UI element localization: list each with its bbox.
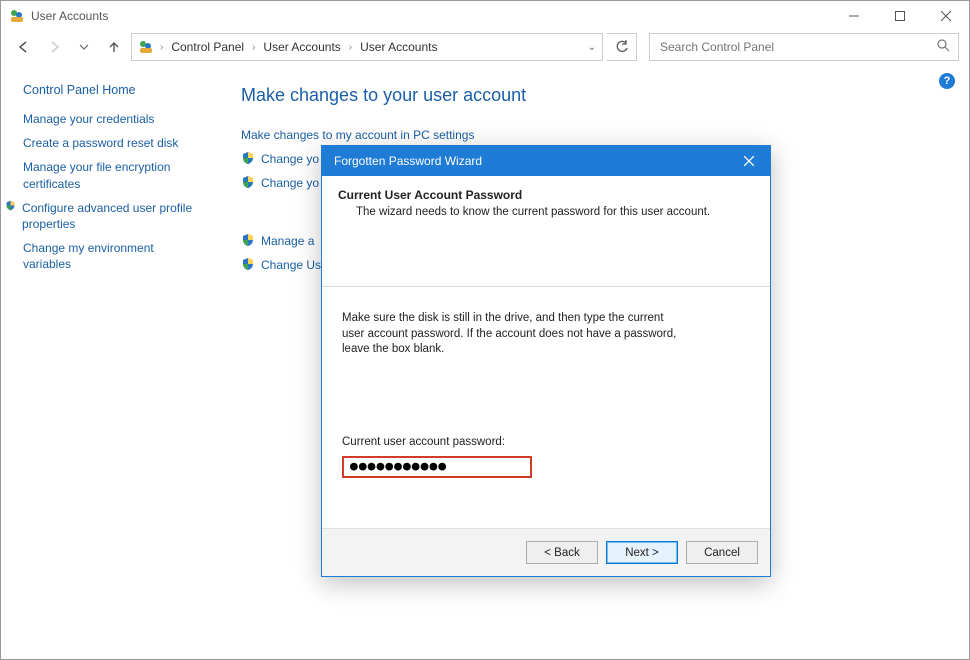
control-panel-home-link[interactable]: Control Panel Home xyxy=(23,83,201,97)
sidebar-link-env-variables[interactable]: Change my environment variables xyxy=(23,240,201,272)
close-button[interactable] xyxy=(923,1,969,31)
user-accounts-icon xyxy=(9,8,25,24)
shield-icon xyxy=(241,257,255,271)
forward-arrow-icon xyxy=(47,40,61,54)
nav-row: › Control Panel › User Accounts › User A… xyxy=(1,31,969,67)
chevron-right-icon: › xyxy=(252,42,255,53)
back-button[interactable] xyxy=(11,34,37,60)
chevron-right-icon: › xyxy=(160,42,163,53)
sidebar-link-password-reset-disk[interactable]: Create a password reset disk xyxy=(23,135,201,151)
account-link-label: Change yo xyxy=(261,176,319,190)
minimize-button[interactable] xyxy=(831,1,877,31)
sidebar: Control Panel Home Manage your credentia… xyxy=(1,67,211,659)
refresh-button[interactable] xyxy=(607,33,637,61)
window-title: User Accounts xyxy=(31,9,108,23)
address-bar[interactable]: › Control Panel › User Accounts › User A… xyxy=(131,33,603,61)
minimize-icon xyxy=(849,11,859,21)
wizard-close-button[interactable] xyxy=(728,146,770,176)
close-icon xyxy=(744,156,754,166)
sidebar-link-credentials[interactable]: Manage your credentials xyxy=(23,111,201,127)
breadcrumb[interactable]: User Accounts xyxy=(358,40,439,54)
user-accounts-icon xyxy=(138,39,154,55)
chevron-right-icon: › xyxy=(349,42,352,53)
forgotten-password-wizard: Forgotten Password Wizard Current User A… xyxy=(321,145,771,577)
account-link-label: Change Us xyxy=(261,258,321,272)
shield-icon xyxy=(241,175,255,189)
back-arrow-icon xyxy=(17,40,31,54)
wizard-button-row: < Back Next > Cancel xyxy=(322,528,770,576)
wizard-instruction: Make sure the disk is still in the drive… xyxy=(342,311,682,358)
password-input[interactable]: ●●●●●●●●●●● xyxy=(342,456,532,478)
close-icon xyxy=(941,11,951,21)
account-link-label: Change yo xyxy=(261,152,319,166)
wizard-header: Current User Account Password The wizard… xyxy=(322,176,770,228)
shield-icon xyxy=(241,233,255,247)
recent-locations-button[interactable] xyxy=(71,34,97,60)
up-button[interactable] xyxy=(101,34,127,60)
breadcrumb[interactable]: Control Panel xyxy=(169,40,246,54)
wizard-body: Make sure the disk is still in the drive… xyxy=(322,287,770,528)
search-input[interactable] xyxy=(658,39,950,55)
account-link-pc-settings[interactable]: Make changes to my account in PC setting… xyxy=(241,128,939,142)
chevron-down-icon xyxy=(79,42,89,52)
page-title: Make changes to your user account xyxy=(241,85,939,106)
sidebar-link-advanced-profile[interactable]: Configure advanced user profile properti… xyxy=(5,200,201,232)
wizard-subheading: The wizard needs to know the current pas… xyxy=(356,206,754,218)
sidebar-item-label: Configure advanced user profile properti… xyxy=(22,200,201,232)
sidebar-link-encryption-certificates[interactable]: Manage your file encryption certificates xyxy=(23,159,201,191)
up-arrow-icon xyxy=(107,40,121,54)
account-link-label: Manage a xyxy=(261,234,314,248)
chevron-down-icon[interactable]: ⌄ xyxy=(588,42,596,53)
search-box[interactable] xyxy=(649,33,959,61)
wizard-title: Forgotten Password Wizard xyxy=(334,154,482,168)
back-button[interactable]: < Back xyxy=(526,541,598,564)
wizard-titlebar[interactable]: Forgotten Password Wizard xyxy=(322,146,770,176)
shield-icon xyxy=(5,199,16,213)
maximize-button[interactable] xyxy=(877,1,923,31)
cancel-button[interactable]: Cancel xyxy=(686,541,758,564)
breadcrumb[interactable]: User Accounts xyxy=(261,40,342,54)
shield-icon xyxy=(241,151,255,165)
refresh-icon xyxy=(615,40,629,54)
wizard-heading: Current User Account Password xyxy=(338,188,754,202)
password-value: ●●●●●●●●●●● xyxy=(350,459,447,474)
maximize-icon xyxy=(895,11,905,21)
next-button[interactable]: Next > xyxy=(606,541,678,564)
search-icon xyxy=(937,39,950,55)
titlebar: User Accounts xyxy=(1,1,969,31)
password-field-label: Current user account password: xyxy=(342,436,750,448)
forward-button[interactable] xyxy=(41,34,67,60)
